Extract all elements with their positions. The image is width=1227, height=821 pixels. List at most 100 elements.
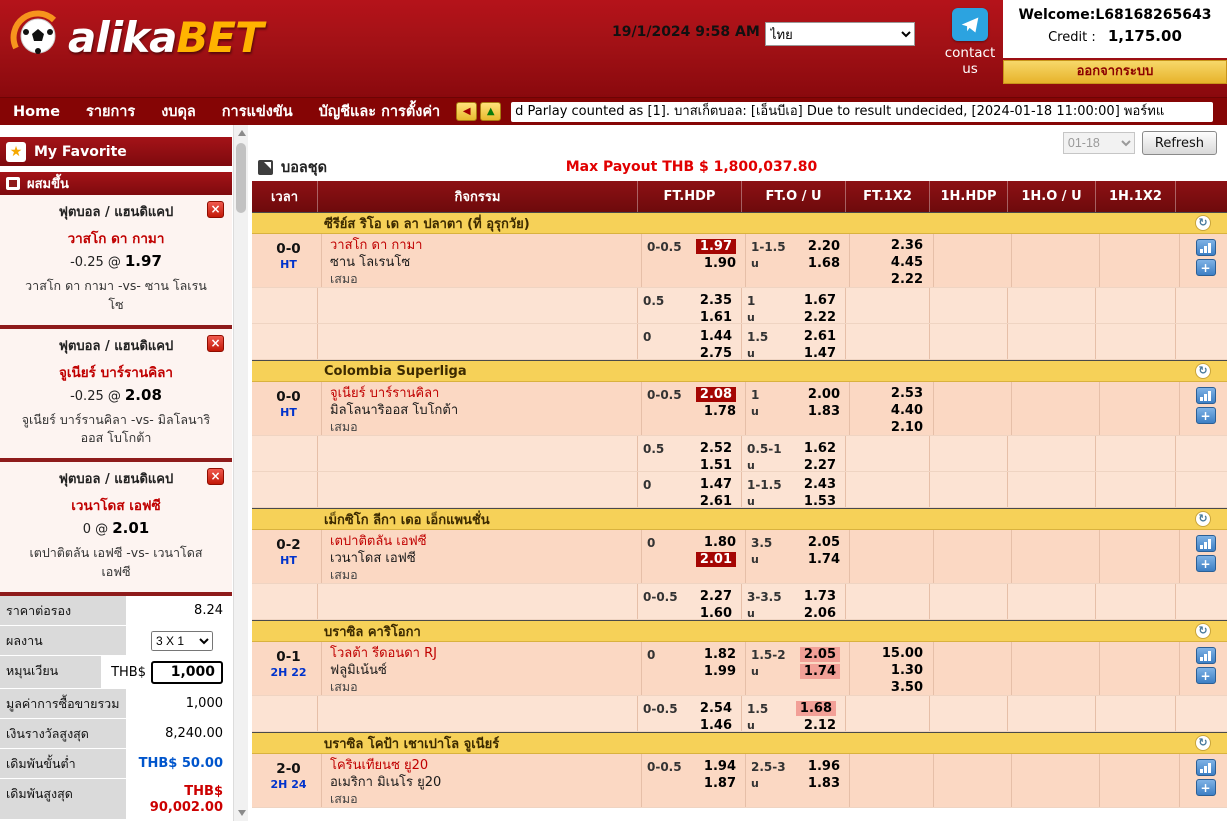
remove-bet-button[interactable]: × (207, 468, 224, 485)
ft-ou-cell: 2.5-31.96 u1.83 (746, 754, 850, 807)
odds-value[interactable]: 2.20 (808, 239, 840, 254)
odds-value[interactable]: 2.61 (700, 494, 732, 507)
league-refresh-icon[interactable]: ↻ (1195, 363, 1211, 379)
odds-value[interactable]: 2.53 (891, 386, 923, 402)
remove-bet-button[interactable]: × (207, 335, 224, 352)
odds-value[interactable]: 2.12 (804, 718, 836, 731)
odds-value[interactable]: 2.10 (891, 420, 923, 435)
telegram-icon[interactable] (952, 8, 988, 41)
odds-value[interactable]: 1.30 (891, 663, 923, 679)
scrollbar-thumb[interactable] (236, 143, 246, 213)
odds-value[interactable]: 2.61 (804, 329, 836, 344)
odds-value[interactable]: 2.35 (700, 293, 732, 308)
bet-type: ฟุตบอล / แฮนดิแคป × (8, 335, 224, 356)
stats-button[interactable] (1196, 239, 1216, 256)
odds-value[interactable]: 1.68 (796, 701, 836, 716)
stats-button[interactable] (1196, 647, 1216, 664)
add-bet-button[interactable]: + (1196, 779, 1216, 796)
odds-value[interactable]: 1.97 (696, 239, 736, 254)
odds-value[interactable]: 2.27 (700, 589, 732, 604)
logo[interactable]: alikaBET (10, 10, 263, 66)
league-refresh-icon[interactable]: ↻ (1195, 623, 1211, 639)
odds-value[interactable]: 4.45 (891, 255, 923, 271)
parlay-header[interactable]: ผสมขึ้น (0, 172, 232, 195)
remove-bet-button[interactable]: × (207, 201, 224, 218)
bar-chart-icon (1200, 539, 1212, 549)
odds-value[interactable]: 1.83 (808, 404, 840, 419)
odds-value[interactable]: 2.75 (700, 346, 732, 359)
odds-value[interactable]: 2.08 (696, 387, 736, 402)
odds-value[interactable]: 2.05 (800, 647, 840, 662)
scrollbar-up-arrow[interactable] (238, 130, 246, 136)
language-select[interactable]: ไทย (765, 22, 915, 46)
odds-value[interactable]: 1.46 (700, 718, 732, 731)
stats-button[interactable] (1196, 535, 1216, 552)
bet-pick: จูเนียร์ บาร์รานคิลา (8, 361, 224, 383)
odds-value[interactable]: 1.80 (704, 535, 736, 550)
odds-value[interactable]: 1.44 (700, 329, 732, 344)
add-bet-button[interactable]: + (1196, 667, 1216, 684)
odds-value[interactable]: 1.74 (800, 664, 840, 679)
odds-value[interactable]: 1.74 (808, 552, 840, 567)
odds-value[interactable]: 1.96 (808, 759, 840, 774)
marquee-up-button[interactable]: ▲ (480, 102, 501, 121)
odds-value[interactable]: 2.27 (804, 458, 836, 471)
marquee-back-button[interactable]: ◀ (456, 102, 477, 121)
col-header-ft-1x2: FT.1X2 (846, 181, 930, 212)
odds-value[interactable]: 2.36 (891, 238, 923, 254)
nav-item-matches[interactable]: การแข่งขัน (209, 100, 306, 123)
nav-item-account-settings[interactable]: บัญชีและ การตั้งค่า (306, 100, 454, 123)
odds-value[interactable]: 1.60 (700, 606, 732, 619)
odds-value[interactable]: 1.61 (700, 310, 732, 323)
odds-value[interactable]: 1.47 (700, 477, 732, 492)
odds-value[interactable]: 1.78 (704, 404, 736, 419)
odds-value[interactable]: 2.05 (808, 535, 840, 550)
odds-value[interactable]: 1.99 (704, 664, 736, 679)
sidebar-scrollbar[interactable] (233, 125, 248, 821)
odds-value[interactable]: 1.53 (804, 494, 836, 507)
stake-input[interactable] (151, 661, 223, 684)
odds-value[interactable]: 1.87 (704, 776, 736, 791)
league-refresh-icon[interactable]: ↻ (1195, 215, 1211, 231)
refresh-button[interactable]: Refresh (1142, 131, 1217, 155)
stats-button[interactable] (1196, 387, 1216, 404)
league-refresh-icon[interactable]: ↻ (1195, 735, 1211, 751)
ft-ou-cell: 1.52.61 u1.47 (742, 324, 846, 359)
add-bet-button[interactable]: + (1196, 407, 1216, 424)
nav-item-balance[interactable]: งบดุล (148, 100, 209, 123)
odds-value[interactable]: 2.01 (696, 552, 736, 567)
odds-value[interactable]: 1.73 (804, 589, 836, 604)
scrollbar-down-arrow[interactable] (238, 810, 246, 816)
contact-us[interactable]: contact us (940, 8, 1000, 77)
odds-value[interactable]: 1.83 (808, 776, 840, 791)
league-refresh-icon[interactable]: ↻ (1195, 511, 1211, 527)
my-favorite-header[interactable]: ★ My Favorite (0, 137, 232, 166)
odds-value[interactable]: 1.90 (704, 256, 736, 271)
odds-value[interactable]: 2.43 (804, 477, 836, 492)
nav-item-list[interactable]: รายการ (73, 100, 148, 123)
odds-value[interactable]: 1.68 (808, 256, 840, 271)
logout-button[interactable]: ออกจากระบบ (1003, 60, 1227, 84)
nav-item-home[interactable]: Home (0, 104, 73, 120)
odds-value[interactable]: 1.67 (804, 293, 836, 308)
odds-value[interactable]: 2.06 (804, 606, 836, 619)
odds-value[interactable]: 15.00 (882, 646, 923, 662)
result-type-select[interactable]: 3 X 1 (151, 631, 213, 651)
add-bet-button[interactable]: + (1196, 555, 1216, 572)
odds-value[interactable]: 2.52 (700, 441, 732, 456)
max-win-value: 8,240.00 (127, 719, 232, 748)
odds-value[interactable]: 2.22 (891, 272, 923, 287)
date-filter-select[interactable]: 01-18 (1063, 132, 1135, 154)
odds-value[interactable]: 1.51 (700, 458, 732, 471)
odds-value[interactable]: 1.62 (804, 441, 836, 456)
stats-button[interactable] (1196, 759, 1216, 776)
odds-value[interactable]: 1.94 (704, 759, 736, 774)
odds-value[interactable]: 2.22 (804, 310, 836, 323)
odds-value[interactable]: 1.82 (704, 647, 736, 662)
odds-value[interactable]: 4.40 (891, 403, 923, 419)
add-bet-button[interactable]: + (1196, 259, 1216, 276)
odds-value[interactable]: 2.00 (808, 387, 840, 402)
odds-value[interactable]: 1.47 (804, 346, 836, 359)
odds-value[interactable]: 2.54 (700, 701, 732, 716)
odds-value[interactable]: 3.50 (891, 680, 923, 695)
